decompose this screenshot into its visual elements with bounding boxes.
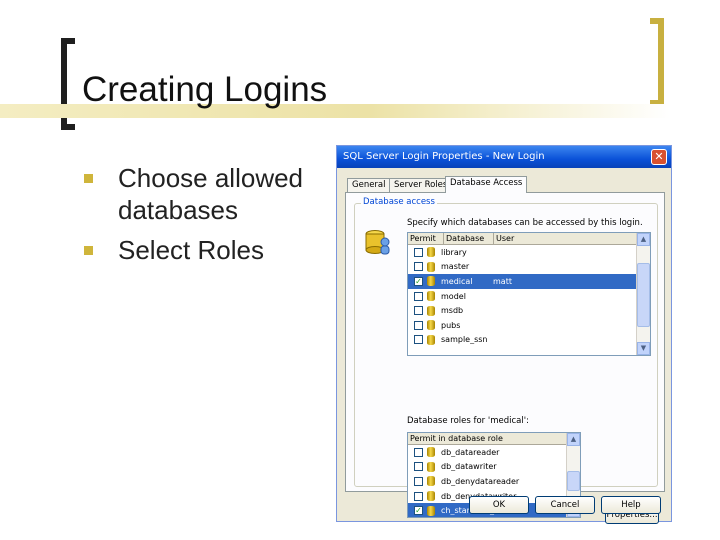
- database-list-scrollbar[interactable]: ▲ ▼: [636, 233, 650, 355]
- instruction-text: Specify which databases can be accessed …: [407, 218, 643, 228]
- database-icon: [427, 305, 435, 316]
- cancel-button[interactable]: Cancel: [535, 496, 595, 514]
- scroll-down-icon[interactable]: ▼: [637, 342, 650, 355]
- list-item[interactable]: model: [408, 289, 637, 304]
- bullet-square-icon: [84, 174, 93, 183]
- database-icon: [427, 505, 435, 516]
- list-item[interactable]: sample_ssn: [408, 333, 637, 348]
- item-name: library: [441, 247, 467, 257]
- checkbox-icon[interactable]: [414, 306, 423, 316]
- database-icon: [427, 291, 435, 302]
- dialog-title: SQL Server Login Properties - New Login: [343, 151, 545, 162]
- list-item[interactable]: db_datawriter: [408, 460, 567, 475]
- database-icon: [427, 261, 435, 272]
- item-name: db_datawriter: [441, 462, 497, 472]
- bullet-item: Choose allowed databases: [84, 162, 324, 226]
- slide-title: Creating Logins: [82, 70, 328, 109]
- database-icon: [427, 276, 435, 287]
- database-icon: [427, 461, 435, 472]
- scroll-up-icon[interactable]: ▲: [567, 433, 580, 446]
- roles-list-header: Permit in database role: [408, 433, 580, 445]
- group-label: Database access: [361, 197, 437, 207]
- database-list-header: Permit Database User: [408, 233, 650, 245]
- list-item[interactable]: master: [408, 260, 637, 275]
- scroll-up-icon[interactable]: ▲: [637, 233, 650, 246]
- item-name: db_datareader: [441, 447, 500, 457]
- bullet-list: Choose allowed databases Select Roles: [84, 162, 324, 274]
- item-name: master: [441, 262, 470, 272]
- dialog-titlebar[interactable]: SQL Server Login Properties - New Login …: [337, 146, 671, 168]
- login-properties-dialog: SQL Server Login Properties - New Login …: [336, 145, 672, 524]
- tab-general[interactable]: General: [347, 178, 391, 192]
- database-access-group: Database access Specify which databases …: [354, 197, 659, 524]
- database-list[interactable]: Permit Database User library master ✓ medic…: [407, 232, 651, 356]
- item-name: medical: [441, 276, 473, 286]
- database-icon: [427, 491, 435, 502]
- database-icon: [427, 447, 435, 458]
- checkbox-icon[interactable]: [414, 291, 423, 301]
- checkbox-icon[interactable]: [414, 462, 423, 472]
- roles-label: Database roles for 'medical':: [407, 416, 529, 426]
- bullet-text: Choose allowed databases: [118, 163, 304, 225]
- column-header-user[interactable]: User: [494, 233, 638, 244]
- tab-database-access[interactable]: Database Access: [445, 176, 528, 193]
- checkbox-icon[interactable]: [414, 335, 423, 345]
- checkbox-checked-icon[interactable]: ✓: [414, 506, 423, 516]
- database-access-panel: Database access Specify which databases …: [345, 192, 665, 524]
- list-item[interactable]: msdb: [408, 303, 637, 318]
- bullet-square-icon: [84, 246, 93, 255]
- bullet-item: Select Roles: [84, 234, 324, 266]
- item-name: model: [441, 291, 466, 301]
- checkbox-icon[interactable]: [414, 491, 423, 501]
- item-name: msdb: [441, 306, 464, 316]
- list-item[interactable]: ✓ medical matt: [408, 274, 637, 289]
- list-item[interactable]: db_datareader: [408, 445, 567, 460]
- bullet-text: Select Roles: [118, 235, 264, 265]
- item-name: sample_ssn: [441, 335, 488, 345]
- checkbox-icon[interactable]: [414, 447, 423, 457]
- help-button[interactable]: Help: [601, 496, 661, 514]
- database-icon: [427, 476, 435, 487]
- database-icon: [427, 320, 435, 331]
- scrollbar-thumb[interactable]: [637, 263, 650, 327]
- database-icon: [427, 247, 435, 258]
- checkbox-icon[interactable]: [414, 476, 423, 486]
- list-item[interactable]: pubs: [408, 318, 637, 333]
- column-header-permit[interactable]: Permit: [408, 233, 444, 244]
- checkbox-icon[interactable]: [414, 320, 423, 330]
- database-users-icon: [365, 230, 390, 255]
- item-name: db_denydatareader: [441, 476, 520, 486]
- checkbox-icon[interactable]: [414, 247, 423, 257]
- item-name: pubs: [441, 320, 461, 330]
- right-bracket-decoration: [650, 18, 664, 106]
- list-item[interactable]: library: [408, 245, 637, 260]
- checkbox-checked-icon[interactable]: ✓: [414, 276, 423, 286]
- column-header-database[interactable]: Database: [444, 233, 494, 244]
- item-user: matt: [493, 276, 512, 286]
- scrollbar-thumb[interactable]: [567, 471, 580, 491]
- column-header-permit-role[interactable]: Permit in database role: [408, 433, 568, 444]
- list-item[interactable]: db_denydatareader: [408, 474, 567, 489]
- tab-server-roles[interactable]: Server Roles: [389, 178, 453, 192]
- ok-button[interactable]: OK: [469, 496, 529, 514]
- close-icon[interactable]: ✕: [651, 149, 667, 165]
- database-icon: [427, 334, 435, 345]
- checkbox-icon[interactable]: [414, 262, 423, 272]
